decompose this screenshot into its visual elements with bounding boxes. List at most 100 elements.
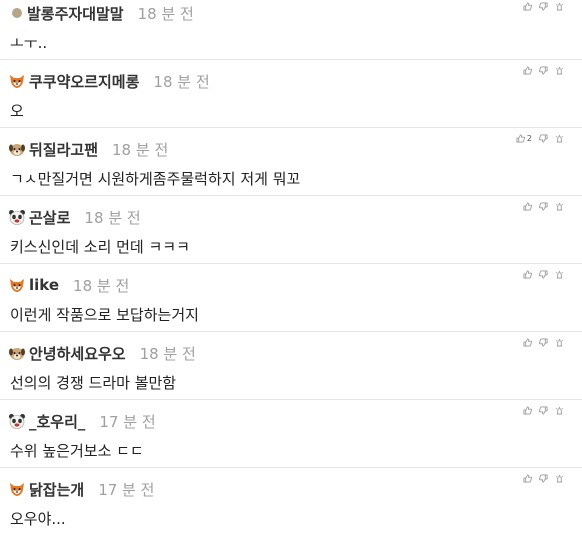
- comment-text: 오: [10, 102, 24, 120]
- dislike-button[interactable]: [539, 201, 548, 211]
- like-button[interactable]: [523, 65, 532, 75]
- comment-nickname[interactable]: 쿠쿠약오르지메롱: [29, 71, 139, 92]
- like-button[interactable]: [523, 337, 532, 347]
- comment-header: 닭잡는개 17 분 전: [8, 478, 154, 500]
- comment-header: _호우리_ 17 분 전: [8, 410, 156, 432]
- thumbs-down-icon: [539, 201, 548, 211]
- comment-actions: [523, 336, 564, 348]
- thumbs-up-icon: [523, 405, 532, 415]
- thumbs-down-icon: [539, 269, 548, 279]
- comment-item: 닭잡는개 17 분 전 오우야...: [0, 468, 582, 536]
- comment-item: 발롱주자대말말 18 분 전 ㅗㅜ..: [0, 0, 582, 60]
- report-button[interactable]: [555, 134, 564, 143]
- comment-text: ㄱㅅ만질거면 시원하게좀주물럭하지 저게 뭐꼬: [10, 170, 301, 188]
- dislike-button[interactable]: [539, 269, 548, 279]
- fox-grade-icon: [10, 279, 24, 292]
- comment-nickname[interactable]: like: [29, 276, 59, 294]
- thumbs-up-icon: [523, 65, 532, 75]
- siren-icon: [556, 406, 563, 415]
- thumbs-up-icon: [523, 1, 532, 11]
- like-count: 2: [526, 133, 532, 143]
- comment-nickname[interactable]: 곤살로: [29, 207, 70, 228]
- thumbs-down-icon: [539, 405, 548, 415]
- report-button[interactable]: [555, 66, 564, 75]
- comment-time: 18 분 전: [84, 208, 141, 227]
- comment-time: 18 분 전: [137, 4, 194, 23]
- comment-actions: [523, 472, 564, 484]
- comment-actions: [523, 404, 564, 416]
- thumbs-up-icon: [523, 201, 532, 211]
- report-button[interactable]: [555, 406, 564, 415]
- comment-header: 발롱주자대말말 18 분 전: [8, 2, 194, 24]
- dog-grade-icon: [9, 144, 25, 156]
- comment-list: 발롱주자대말말 18 분 전 ㅗㅜ.. 쿠쿠약오르지메롱 18 분 전 오 뒤질…: [0, 0, 582, 535]
- thumbs-up-icon: [523, 269, 532, 279]
- thumbs-up-icon: [523, 473, 532, 483]
- comment-item: 곤살로 18 분 전 키스신인데 소리 먼데 ㅋㅋㅋ: [0, 196, 582, 264]
- like-button[interactable]: [523, 405, 532, 415]
- comment-time: 18 분 전: [112, 140, 169, 159]
- report-button[interactable]: [555, 2, 564, 11]
- comment-actions: [523, 0, 564, 12]
- comment-text: 선의의 경쟁 드라마 볼만함: [10, 374, 177, 392]
- grade-dot-icon: [12, 8, 22, 18]
- siren-icon: [556, 2, 563, 11]
- fox-grade-icon: [10, 483, 24, 496]
- comment-item: 쿠쿠약오르지메롱 18 분 전 오: [0, 60, 582, 128]
- report-button[interactable]: [555, 474, 564, 483]
- comment-nickname[interactable]: _호우리_: [29, 411, 85, 432]
- comment-time: 17 분 전: [99, 412, 156, 431]
- fox-grade-icon: [10, 75, 24, 88]
- comment-text: 키스신인데 소리 먼데 ㅋㅋㅋ: [10, 238, 190, 256]
- report-button[interactable]: [555, 270, 564, 279]
- report-button[interactable]: [555, 338, 564, 347]
- thumbs-down-icon: [539, 65, 548, 75]
- comment-actions: [523, 268, 564, 280]
- panda-grade-icon: [9, 414, 25, 429]
- comment-item: 안녕하세요우오 18 분 전 선의의 경쟁 드라마 볼만함: [0, 332, 582, 400]
- comment-actions: 2: [516, 132, 564, 144]
- comment-header: 뒤질라고팬 18 분 전: [8, 138, 168, 160]
- like-button[interactable]: [523, 201, 532, 211]
- comment-header: 쿠쿠약오르지메롱 18 분 전: [8, 70, 210, 92]
- comment-text: 이런게 작품으로 보답하는거지: [10, 306, 199, 324]
- comment-header: 안녕하세요우오 18 분 전: [8, 342, 196, 364]
- comment-actions: [523, 64, 564, 76]
- dislike-button[interactable]: [539, 405, 548, 415]
- thumbs-up-icon: [523, 337, 532, 347]
- like-button[interactable]: [523, 473, 532, 483]
- comment-time: 18 분 전: [153, 72, 210, 91]
- thumbs-down-icon: [539, 133, 548, 143]
- comment-nickname[interactable]: 발롱주자대말말: [27, 3, 124, 24]
- dislike-button[interactable]: [539, 473, 548, 483]
- dislike-button[interactable]: [539, 1, 548, 11]
- comment-nickname[interactable]: 뒤질라고팬: [29, 139, 98, 160]
- comment-nickname[interactable]: 안녕하세요우오: [29, 343, 126, 364]
- comment-time: 17 분 전: [98, 480, 155, 499]
- comment-time: 18 분 전: [139, 344, 196, 363]
- comment-item: 뒤질라고팬 18 분 전 2 ㄱㅅ만질거면 시원하게좀주물럭하지 저게 뭐꼬: [0, 128, 582, 196]
- siren-icon: [556, 66, 563, 75]
- thumbs-up-icon: [516, 133, 525, 143]
- comment-header: 곤살로 18 분 전: [8, 206, 141, 228]
- siren-icon: [556, 474, 563, 483]
- comment-text: ㅗㅜ..: [10, 34, 48, 52]
- like-button[interactable]: [523, 1, 532, 11]
- thumbs-down-icon: [539, 473, 548, 483]
- report-button[interactable]: [555, 202, 564, 211]
- comment-nickname[interactable]: 닭잡는개: [29, 479, 84, 500]
- siren-icon: [556, 134, 563, 143]
- comment-actions: [523, 200, 564, 212]
- like-button[interactable]: 2: [516, 134, 532, 143]
- comment-text: 수위 높은거보소 ㄷㄷ: [10, 442, 144, 460]
- comment-text: 오우야...: [10, 510, 66, 528]
- comment-item: _호우리_ 17 분 전 수위 높은거보소 ㄷㄷ: [0, 400, 582, 468]
- comment-time: 18 분 전: [73, 276, 130, 295]
- thumbs-down-icon: [539, 1, 548, 11]
- dislike-button[interactable]: [539, 337, 548, 347]
- dog-grade-icon: [9, 348, 25, 360]
- panda-grade-icon: [9, 210, 25, 225]
- dislike-button[interactable]: [539, 133, 548, 143]
- like-button[interactable]: [523, 269, 532, 279]
- dislike-button[interactable]: [539, 65, 548, 75]
